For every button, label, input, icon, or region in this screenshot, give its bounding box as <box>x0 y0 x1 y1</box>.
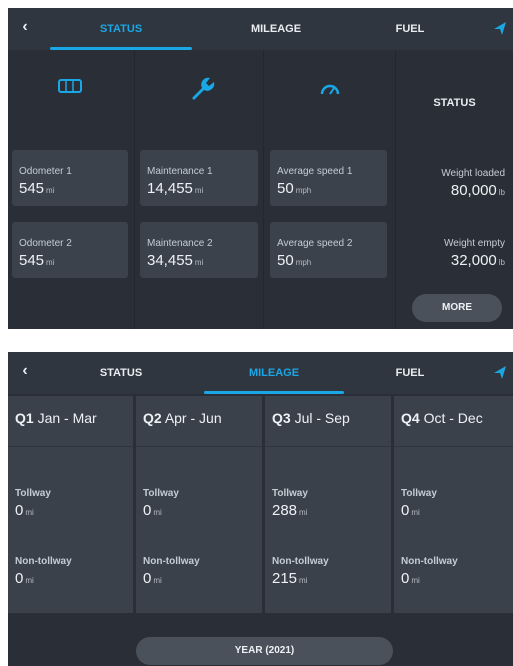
back-icon[interactable]: ‹ <box>14 16 36 38</box>
non-tollway-value: 0 mi <box>143 570 162 587</box>
non-tollway-label: Non-tollway <box>272 556 329 567</box>
tollway-label: Tollway <box>15 488 51 499</box>
card-value: 50 mph <box>277 180 312 197</box>
odometer-1-card[interactable]: Odometer 1 545 mi <box>12 150 128 206</box>
card-label: Maintenance 2 <box>147 238 213 249</box>
non-tollway-value: 0 mi <box>401 570 420 587</box>
tollway-value: 0 mi <box>401 502 420 519</box>
weight-loaded-value: 80,000 lb <box>450 182 505 199</box>
year-selector-button[interactable]: YEAR (2021) <box>136 637 393 665</box>
card-value: 34,455 mi <box>147 252 204 269</box>
divider <box>8 446 133 447</box>
tollway-label: Tollway <box>272 488 308 499</box>
average-speed-2-card[interactable]: Average speed 2 50 mph <box>270 222 387 278</box>
tab-mileage[interactable]: MILEAGE <box>214 8 338 50</box>
card-label: Average speed 1 <box>277 166 353 177</box>
odometer-icon <box>8 66 134 110</box>
quarter-q3-card[interactable]: Q3 Jul - Sep Tollway 288 mi Non-tollway 2… <box>265 396 391 613</box>
back-icon[interactable]: ‹ <box>14 360 36 382</box>
status-panel: ‹ STATUS MILEAGE FUEL Odometer 1 545mi <box>8 8 513 329</box>
wrench-icon <box>135 66 263 110</box>
top-nav-bar: ‹ STATUS MILEAGE FUEL <box>8 8 513 50</box>
nav-arrow-icon[interactable] <box>491 364 507 380</box>
card-label: Average speed 2 <box>277 238 353 249</box>
active-tab-indicator <box>50 47 192 50</box>
quarter-heading: Q4 Oct - Dec <box>401 410 483 426</box>
non-tollway-label: Non-tollway <box>143 556 200 567</box>
tab-fuel[interactable]: FUEL <box>360 8 460 50</box>
tollway-label: Tollway <box>143 488 179 499</box>
maintenance-2-card[interactable]: Maintenance 2 34,455 mi <box>140 222 258 278</box>
card-value: 545 mi <box>19 252 55 269</box>
active-tab-indicator <box>204 391 344 394</box>
quarter-q1-card[interactable]: Q1 Jan - Mar Tollway 0 mi Non-tollway 0 mi <box>8 396 133 613</box>
quarter-heading: Q2 Apr - Jun <box>143 410 222 426</box>
average-speed-1-card[interactable]: Average speed 1 50 mph <box>270 150 387 206</box>
tab-mileage[interactable]: MILEAGE <box>204 352 344 394</box>
card-value: 50 mph <box>277 252 312 269</box>
non-tollway-label: Non-tollway <box>15 556 72 567</box>
odometer-2-card[interactable]: Odometer 2 545 mi <box>12 222 128 278</box>
quarter-q2-card[interactable]: Q2 Apr - Jun Tollway 0 mi Non-tollway 0 mi <box>136 396 262 613</box>
card-value: 14,455 mi <box>147 180 204 197</box>
weight-loaded-label: Weight loaded <box>441 168 505 179</box>
quarter-heading: Q3 Jul - Sep <box>272 410 350 426</box>
card-label: Odometer 1 <box>19 166 72 177</box>
quarter-q4-card[interactable]: Q4 Oct - Dec Tollway 0 mi Non-tollway 0 mi <box>394 396 513 613</box>
mileage-panel: ‹ STATUS MILEAGE FUEL Q1 Jan - Mar Tollw… <box>8 352 513 666</box>
non-tollway-value: 215 mi <box>272 570 308 587</box>
tab-status[interactable]: STATUS <box>48 8 194 50</box>
status-column-title: STATUS <box>433 97 476 109</box>
divider <box>136 446 262 447</box>
nav-arrow-icon[interactable] <box>491 20 507 36</box>
tab-fuel[interactable]: FUEL <box>360 352 460 394</box>
quarter-heading: Q1 Jan - Mar <box>15 410 97 426</box>
tab-status[interactable]: STATUS <box>48 352 194 394</box>
speedometer-icon <box>264 66 395 110</box>
weight-empty-value: 32,000 lb <box>450 252 505 269</box>
tollway-value: 0 mi <box>15 502 34 519</box>
more-button[interactable]: MORE <box>412 294 502 322</box>
non-tollway-label: Non-tollway <box>401 556 458 567</box>
weight-empty-label: Weight empty <box>444 238 505 249</box>
tollway-label: Tollway <box>401 488 437 499</box>
maintenance-1-card[interactable]: Maintenance 1 14,455 mi <box>140 150 258 206</box>
card-value: 545 mi <box>19 180 55 197</box>
divider <box>394 446 513 447</box>
non-tollway-value: 0 mi <box>15 570 34 587</box>
card-label: Odometer 2 <box>19 238 72 249</box>
divider <box>265 446 391 447</box>
top-nav-bar: ‹ STATUS MILEAGE FUEL <box>8 352 513 394</box>
tollway-value: 0 mi <box>143 502 162 519</box>
tollway-value: 288 mi <box>272 502 308 519</box>
card-label: Maintenance 1 <box>147 166 213 177</box>
